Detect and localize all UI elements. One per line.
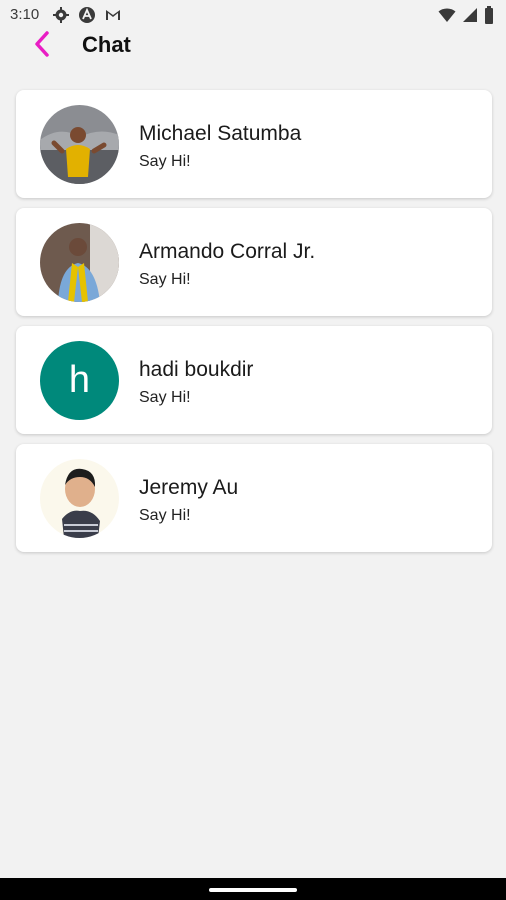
a-circle-icon [79, 7, 95, 23]
battery-icon [485, 6, 493, 24]
page-title: Chat [82, 32, 131, 57]
status-time: 3:10 [10, 6, 40, 23]
chat-preview: Say Hi! [139, 271, 191, 288]
chat-preview: Say Hi! [139, 389, 191, 406]
chat-name: Armando Corral Jr. [139, 240, 316, 263]
status-right-icons [438, 5, 494, 25]
gmail-icon [106, 10, 120, 20]
avatar [40, 105, 119, 184]
app-bar: Chat [0, 28, 506, 64]
chat-preview: Say Hi! [139, 153, 191, 170]
avatar: h [40, 341, 119, 420]
avatar-photo [40, 223, 119, 302]
back-button[interactable] [26, 28, 58, 60]
avatar [40, 459, 119, 538]
signal-icon [463, 8, 477, 22]
avatar-photo [40, 459, 119, 538]
chat-list: Michael Satumba Say Hi! Armando Corral J… [16, 90, 492, 562]
chat-list-item[interactable]: Armando Corral Jr. Say Hi! [16, 208, 492, 316]
avatar-letter: h [68, 359, 91, 401]
avatar [40, 223, 119, 302]
chat-list-item[interactable]: Michael Satumba Say Hi! [16, 90, 492, 198]
chat-preview: Say Hi! [139, 507, 191, 524]
gear-icon [53, 7, 69, 23]
navigation-bar [0, 878, 506, 900]
chat-list-item[interactable]: Jeremy Au Say Hi! [16, 444, 492, 552]
wifi-icon [438, 8, 456, 22]
chevron-left-icon [35, 31, 49, 57]
chat-name: Michael Satumba [139, 122, 302, 145]
chat-name: hadi boukdir [139, 358, 254, 381]
avatar-photo [40, 105, 119, 184]
chat-list-item[interactable]: h hadi boukdir Say Hi! [16, 326, 492, 434]
status-bar: 3:10 [0, 0, 506, 30]
home-gesture-handle[interactable] [209, 888, 297, 892]
chat-name: Jeremy Au [139, 476, 239, 499]
